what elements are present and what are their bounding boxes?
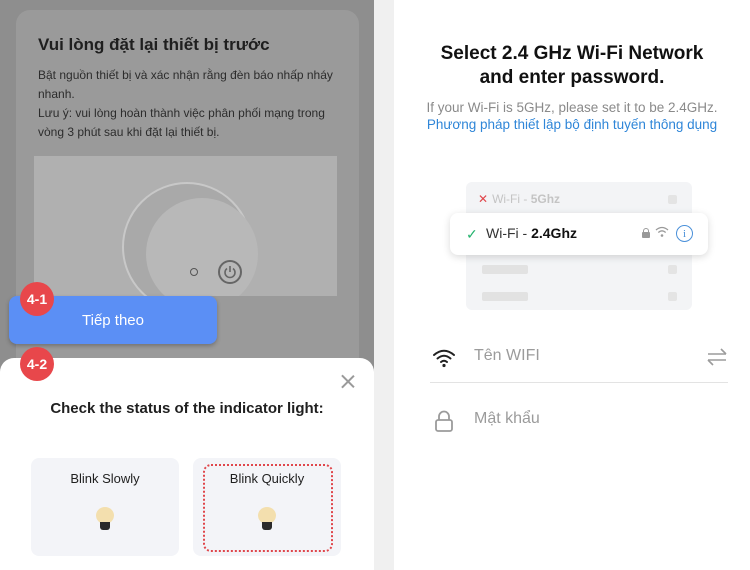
blink-quickly-option[interactable]: Blink Quickly [193,458,341,556]
power-button-icon [218,260,242,284]
wifi-5ghz-prefix: Wi-Fi - [492,192,531,206]
wifi-name-field[interactable]: Tên WIFI [430,333,728,383]
wifi-name-value: Tên WIFI [474,347,540,364]
placeholder-square [668,265,677,274]
wifi-setup-screen: Select 2.4 GHz Wi-Fi Network and enter p… [394,0,750,570]
reset-device-screen: Vui lòng đặt lại thiết bị trước Bật nguồ… [0,0,374,570]
sheet-title: Check the status of the indicator light: [50,400,324,417]
router-setup-link[interactable]: Phương pháp thiết lập bộ định tuyến thôn… [427,117,717,132]
device-image [122,182,258,296]
wifi-5ghz-band: 5Ghz [530,192,561,206]
password-field[interactable]: Mật khẩu [430,396,728,446]
subtitle: If your Wi-Fi is 5GHz, please set it to … [414,99,730,133]
instruction-line-1: Bật nguồn thiết bị và xác nhận rằng đèn … [38,68,333,101]
placeholder-square [668,195,677,204]
lightbulb-icon [258,507,276,531]
placeholder-square [668,292,677,301]
close-icon[interactable] [338,372,358,392]
indicator-light [190,268,198,276]
indicator-status-sheet: Check the status of the indicator light:… [0,358,374,570]
step-badge-4-1: 4-1 [20,282,54,316]
title-line-2: and enter password. [479,67,665,88]
lock-icon [435,410,453,432]
page-title: Select 2.4 GHz Wi-Fi Network and enter p… [394,42,750,90]
info-icon: i [676,225,693,242]
swap-icon[interactable] [706,347,728,367]
placeholder-bar [482,265,528,274]
blink-slowly-option[interactable]: Blink Slowly [31,458,179,556]
instruction-line-2: Lưu ý: vui lòng hoàn thành việc phân phố… [38,106,325,139]
cross-icon: ✕ [478,192,489,206]
subtitle-text: If your Wi-Fi is 5GHz, please set it to … [426,100,718,115]
wifi-2-4ghz-label: Wi-Fi - 2.4Ghz [486,225,577,241]
wifi-2-4ghz-prefix: Wi-Fi - [486,225,532,241]
wifi-5ghz-row: ✕ Wi-Fi - 5Ghz [478,192,560,206]
placeholder-bar [482,292,528,301]
option-label: Blink Slowly [70,471,140,486]
step-badge-4-2: 4-2 [20,347,54,381]
instruction-text: Bật nguồn thiết bị và xác nhận rằng đèn … [38,66,338,142]
instruction-title: Vui lòng đặt lại thiết bị trước [38,35,270,54]
check-icon: ✓ [466,226,478,242]
lightbulb-icon [96,507,114,531]
option-label: Blink Quickly [229,471,305,486]
wifi-2-4ghz-card: ✓ Wi-Fi - 2.4Ghz i [450,213,708,255]
password-placeholder: Mật khẩu [474,410,540,427]
wifi-signal-icon [655,226,669,237]
wifi-icon [433,349,455,368]
lock-icon [642,228,650,238]
panel-divider [374,0,394,570]
title-line-1: Select 2.4 GHz Wi-Fi Network [440,43,704,64]
wifi-2-4ghz-band: 2.4Ghz [531,225,577,241]
device-illustration [34,156,337,296]
